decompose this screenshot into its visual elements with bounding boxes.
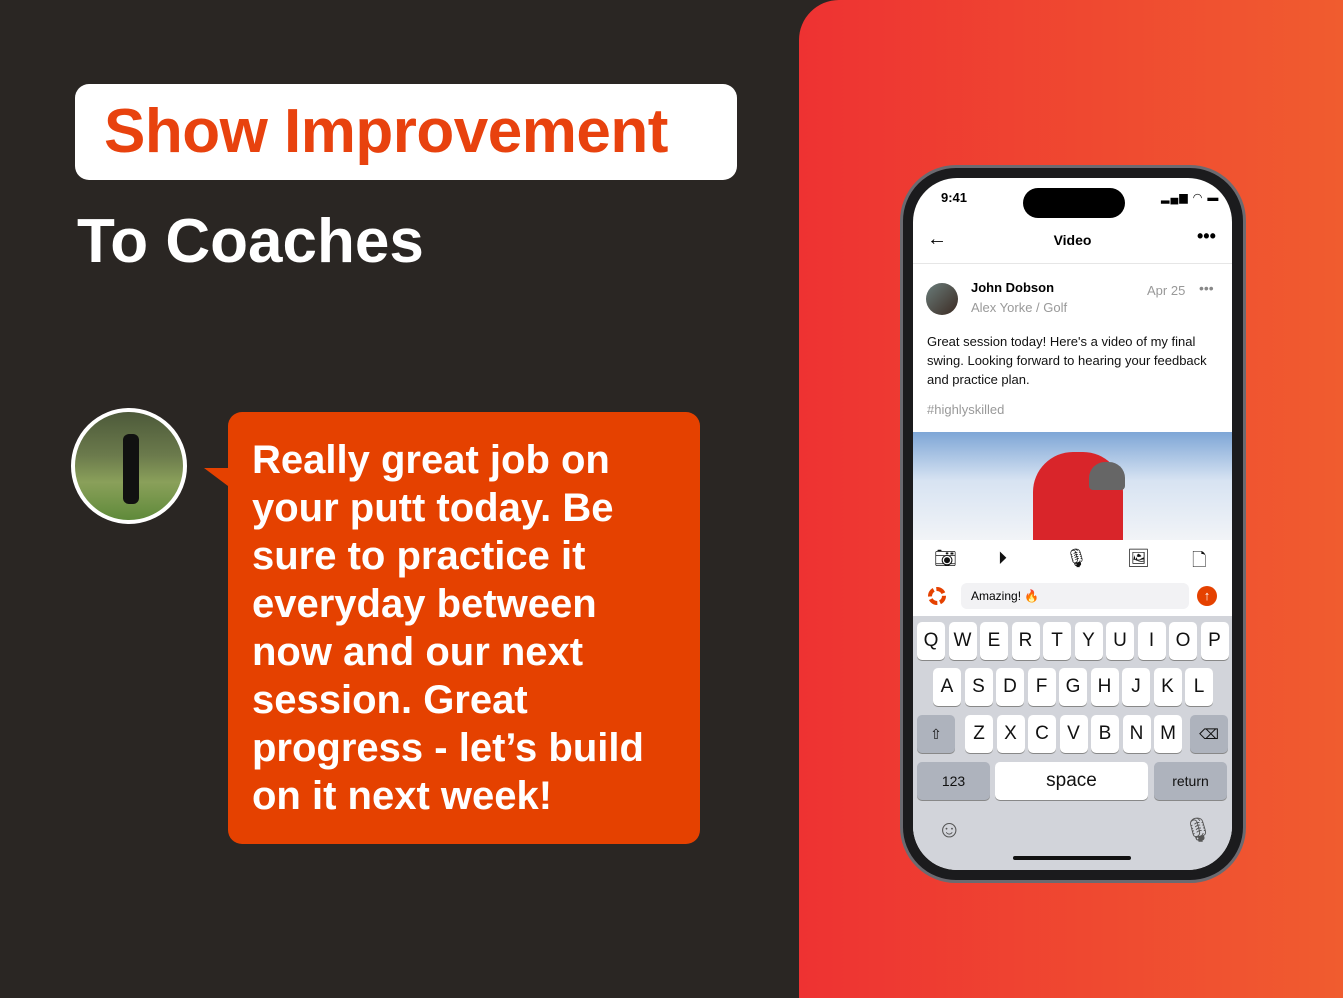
coach-avatar — [71, 408, 187, 524]
dictation-icon[interactable]: 🎙︎ — [1183, 816, 1213, 845]
return-key[interactable]: return — [1154, 762, 1227, 800]
app-logo-icon — [928, 587, 946, 605]
camera-icon[interactable]: 📷︎ — [934, 548, 957, 569]
space-key[interactable]: space — [995, 762, 1148, 800]
status-time: 9:41 — [941, 190, 968, 205]
key-v[interactable]: V — [1059, 715, 1088, 753]
post-more-icon[interactable]: ••• — [1199, 280, 1214, 296]
key-r[interactable]: R — [1011, 622, 1040, 660]
coach-message-bubble: Really great job on your putt today. Be … — [204, 412, 700, 844]
key-k[interactable]: K — [1153, 668, 1182, 706]
coach-message: Really great job on your putt today. Be … — [252, 438, 644, 818]
key-t[interactable]: T — [1043, 622, 1071, 660]
more-icon[interactable]: ••• — [1197, 226, 1216, 247]
post-body: Great session today! Here's a video of m… — [927, 334, 1207, 387]
key-z[interactable]: Z — [965, 715, 993, 753]
key-c[interactable]: C — [1028, 715, 1056, 753]
headline-subtitle: To Coaches — [77, 207, 424, 276]
key-h[interactable]: H — [1090, 668, 1119, 706]
post-meta: Alex Yorke / Golf — [971, 300, 1068, 315]
image-icon[interactable]: 🖼︎ — [1127, 548, 1150, 569]
key-d[interactable]: D — [996, 668, 1024, 706]
key-e[interactable]: E — [980, 622, 1008, 660]
numbers-key[interactable]: 123 — [917, 762, 990, 800]
key-b[interactable]: B — [1091, 715, 1119, 753]
status-icons: ▂▄▆ ◠ ▬ — [1161, 192, 1220, 204]
key-a[interactable]: A — [933, 668, 961, 706]
post-date: Apr 25 — [1147, 283, 1186, 298]
send-button[interactable]: ↑ — [1197, 586, 1217, 606]
golfer-figure — [123, 434, 139, 504]
key-u[interactable]: U — [1106, 622, 1134, 660]
key-m[interactable]: M — [1154, 715, 1182, 753]
key-w[interactable]: W — [948, 622, 977, 660]
author-avatar[interactable] — [926, 283, 958, 315]
key-s[interactable]: S — [964, 668, 993, 706]
key-y[interactable]: Y — [1074, 622, 1103, 660]
key-x[interactable]: X — [996, 715, 1025, 753]
key-i[interactable]: I — [1137, 622, 1166, 660]
play-icon[interactable]: ⏵︎ — [998, 548, 1007, 569]
home-indicator — [1013, 856, 1131, 860]
nav-title: Video — [1053, 232, 1092, 248]
post-author[interactable]: John Dobson — [971, 280, 1054, 295]
dynamic-island — [1023, 188, 1125, 218]
backspace-key[interactable]: ⌫ — [1190, 715, 1228, 753]
post-hashtag[interactable]: #highlyskilled — [927, 402, 1004, 417]
key-p[interactable]: P — [1200, 622, 1229, 660]
key-o[interactable]: O — [1169, 622, 1197, 660]
key-j[interactable]: J — [1122, 668, 1150, 706]
key-l[interactable]: L — [1185, 668, 1213, 706]
key-q[interactable]: Q — [917, 622, 945, 660]
key-g[interactable]: G — [1059, 668, 1087, 706]
phone-screen: 9:41 ▂▄▆ ◠ ▬ ← Video ••• John Dobson Ale… — [913, 178, 1232, 870]
file-icon[interactable]: 🗋 — [1192, 548, 1206, 578]
headline-highlight: Show Improvement — [104, 97, 668, 166]
microphone-icon[interactable]: 🎙︎ — [1065, 548, 1088, 569]
emoji-icon[interactable]: ☺ — [937, 816, 962, 844]
key-f[interactable]: F — [1027, 668, 1056, 706]
shift-key[interactable]: ⇧ — [917, 715, 955, 753]
divider — [913, 263, 1232, 264]
comment-input[interactable]: Amazing! 🔥 — [961, 583, 1189, 609]
video-thumbnail[interactable] — [913, 432, 1232, 540]
keyboard: Q W E R T Y U I O P A S D F G H J K L ⇧ Z X C V B N M ⌫ 123 space retu… — [913, 616, 1232, 870]
key-n[interactable]: N — [1122, 715, 1151, 753]
golfer-cap — [1089, 462, 1125, 490]
